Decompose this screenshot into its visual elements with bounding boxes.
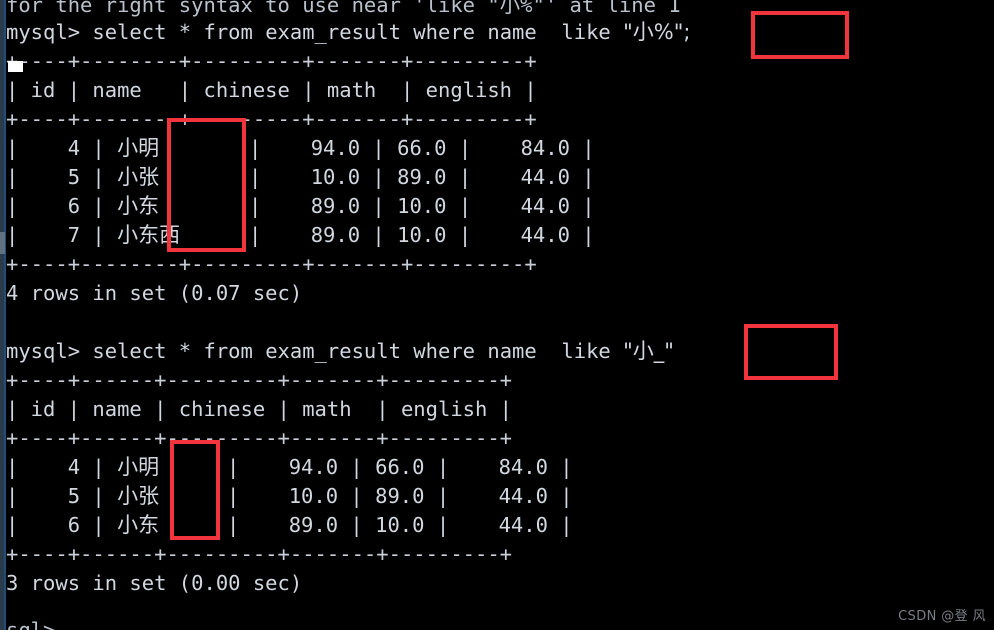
prompt-2: mysql> <box>6 339 81 363</box>
cell-english: 84.0 <box>520 136 570 160</box>
cell-math: 10.0 <box>397 194 447 218</box>
cell-id: 6 <box>67 513 81 537</box>
cell-english: 44.0 <box>498 484 548 508</box>
cell-chinese: 10.0 <box>310 165 361 189</box>
table1-border-bot: +----+--------+---------+-------+-------… <box>6 252 537 276</box>
cell-english: 44.0 <box>520 223 570 247</box>
cell-name-suffix: 张 <box>138 484 160 508</box>
cell-name-suffix: 明 <box>138 455 160 479</box>
sql-text-2: select * from exam_result where name lik… <box>80 339 624 363</box>
prompt-1: mysql> <box>6 20 81 44</box>
terminal-window[interactable]: for the right syntax to use near 'like "… <box>0 0 994 630</box>
cell-math: 89.0 <box>397 165 447 189</box>
cell-name-prefix: 小 <box>117 223 139 247</box>
table1-numeric-row: | 89.0 | 10.0 | 44.0 | <box>249 223 595 247</box>
table-row: | 7 | 小东西 <box>6 223 181 247</box>
cell-math: 66.0 <box>397 136 447 160</box>
cell-chinese: 89.0 <box>288 513 339 537</box>
sql-text-1: select * from exam_result where name lik… <box>80 20 624 44</box>
cell-chinese: 89.0 <box>310 194 361 218</box>
table-row: | 4 | 小明 <box>6 136 160 160</box>
table-row: | 5 | 小张 <box>6 484 160 508</box>
table-row: | 4 | 小明 <box>6 455 160 479</box>
text-cursor-block <box>8 61 23 72</box>
cell-name-suffix: 明 <box>138 136 160 160</box>
cell-english: 84.0 <box>498 455 548 479</box>
table1-border-mid: +----+--------+---------+-------+-------… <box>6 107 537 131</box>
cell-chinese: 89.0 <box>310 223 361 247</box>
cell-math: 10.0 <box>397 223 447 247</box>
cell-id: 7 <box>67 223 81 247</box>
cell-id: 5 <box>67 484 81 508</box>
table-row: | 5 | 小张 <box>6 165 160 189</box>
like-pattern-2: "小_" <box>623 339 674 363</box>
status-line-1: 4 rows in set (0.07 sec) <box>6 281 303 305</box>
cell-name-prefix: 小 <box>117 136 139 160</box>
cell-math: 10.0 <box>375 513 425 537</box>
cell-name-suffix: 东 <box>138 194 160 218</box>
table2-numeric-row: | 94.0 | 66.0 | 84.0 | <box>227 455 573 479</box>
cell-chinese: 94.0 <box>288 455 339 479</box>
cell-id: 4 <box>67 136 81 160</box>
cell-chinese: 10.0 <box>288 484 339 508</box>
table1-numeric-row: | 10.0 | 89.0 | 44.0 | <box>249 165 595 189</box>
cell-name-prefix: 小 <box>117 194 139 218</box>
query-line-2: mysql> select * from exam_result where n… <box>6 337 674 366</box>
table1-header-row: | id | name | chinese | math | english | <box>6 76 537 105</box>
cell-english: 44.0 <box>520 194 570 218</box>
cell-math: 66.0 <box>375 455 425 479</box>
table1-border-top: +----+--------+---------+-------+-------… <box>6 49 537 73</box>
clipped-prompt-line: sql> <box>6 618 56 630</box>
cell-name-prefix: 小 <box>117 513 139 537</box>
cell-name-prefix: 小 <box>117 455 139 479</box>
table1-numeric-row: | 94.0 | 66.0 | 84.0 | <box>249 136 595 160</box>
table1-header-cells: | id | name | chinese | math | english | <box>6 78 537 102</box>
table2-border-mid: +----+------+---------+-------+---------… <box>6 426 513 450</box>
cell-id: 5 <box>67 165 81 189</box>
table-row: | 6 | 小东 <box>6 194 160 218</box>
table-row: | 6 | 小东 <box>6 513 160 537</box>
csdn-watermark: CSDN @登 风 <box>898 609 986 624</box>
cell-id: 6 <box>67 194 81 218</box>
status-line-2: 3 rows in set (0.00 sec) <box>6 571 303 595</box>
table2-numeric-row: | 10.0 | 89.0 | 44.0 | <box>227 484 573 508</box>
cell-math: 89.0 <box>375 484 425 508</box>
cell-name-prefix: 小 <box>117 484 139 508</box>
table2-border-bot: +----+------+---------+-------+---------… <box>6 542 513 566</box>
table2-header-row: | id | name | chinese | math | english | <box>6 395 512 424</box>
terminal-text-buffer: for the right syntax to use near 'like "… <box>0 0 994 630</box>
table2-numeric-row: | 89.0 | 10.0 | 44.0 | <box>227 513 573 537</box>
cell-name-suffix: 东 <box>138 513 160 537</box>
cell-id: 4 <box>67 455 81 479</box>
cell-name-prefix: 小 <box>117 165 139 189</box>
cell-name-suffix: 东西 <box>138 223 181 247</box>
table2-border-top: +----+------+---------+-------+---------… <box>6 368 513 392</box>
cell-english: 44.0 <box>520 165 570 189</box>
like-pattern-1: "小%"; <box>623 20 691 44</box>
cell-chinese: 94.0 <box>310 136 361 160</box>
query-line-1: mysql> select * from exam_result where n… <box>6 18 690 47</box>
cell-english: 44.0 <box>498 513 548 537</box>
cell-name-suffix: 张 <box>138 165 160 189</box>
table1-numeric-row: | 89.0 | 10.0 | 44.0 | <box>249 194 595 218</box>
table2-header-cells: | id | name | chinese | math | english | <box>6 397 513 421</box>
